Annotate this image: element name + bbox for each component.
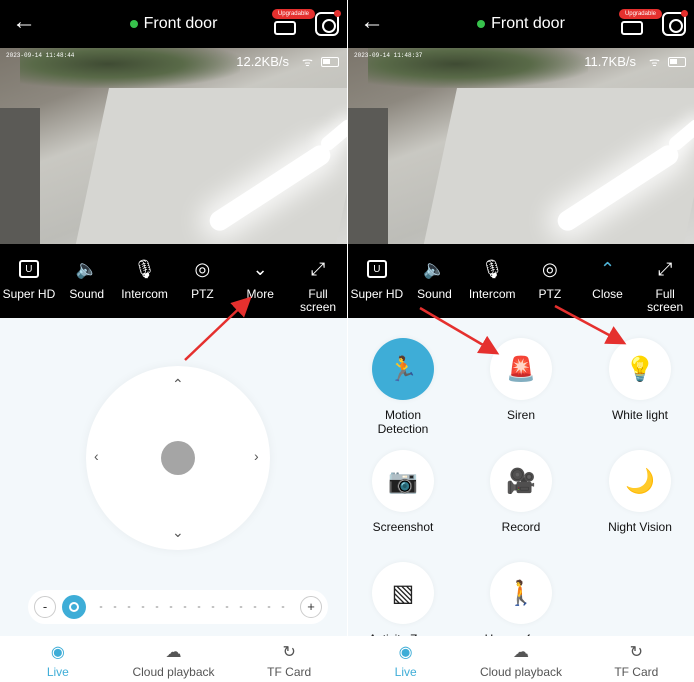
- sound-button[interactable]: 🔈 Sound: [406, 244, 464, 318]
- activity-zone-button[interactable]: ▧ Activity Zone: [348, 562, 458, 646]
- feature-grid: 🏃 Motion Detection 🚨 Siren 💡 White light…: [348, 318, 694, 646]
- control-toolbar: U Super HD 🔈 Sound 🎙 Intercom ◎ PTZ ⌄ More ⤢ F…: [0, 244, 347, 318]
- upgrade-button[interactable]: Upgradable: [618, 9, 662, 37]
- upgrade-badge: Upgradable: [271, 9, 315, 19]
- left-screen: ← Front door Upgradable 2023-09-14 11:48…: [0, 0, 347, 682]
- intercom-button[interactable]: 🎙 Intercom: [116, 244, 174, 318]
- zoom-slider[interactable]: - +: [28, 590, 328, 624]
- notification-dot-icon: [681, 10, 688, 17]
- chevron-down-icon: ⌄: [252, 258, 268, 279]
- tab-cloud-playback[interactable]: ☁ Cloud playback: [463, 636, 578, 682]
- super-hd-button[interactable]: U Super HD: [348, 244, 406, 318]
- live-video[interactable]: 2023-09-14 11:48:44 12.2KB/s ᯤ: [0, 48, 347, 244]
- mute-icon: 🔈: [423, 258, 446, 279]
- cloud-icon: ☁: [512, 644, 529, 661]
- pan-left-icon[interactable]: ‹: [94, 448, 99, 464]
- online-dot-icon: [477, 19, 486, 28]
- joystick-knob[interactable]: [161, 441, 195, 475]
- screenshot-button[interactable]: 📷 Screenshot: [348, 450, 458, 534]
- chevron-up-icon: ⌃: [599, 258, 616, 279]
- video-timestamp: 2023-09-14 11:48:37: [354, 52, 423, 59]
- human-frame-button[interactable]: 🚶 Human frame: [466, 562, 576, 646]
- human-frame-icon: 🚶: [506, 579, 536, 607]
- slider-track: [94, 606, 290, 608]
- fullscreen-button[interactable]: ⤢ Full screen: [289, 244, 347, 318]
- control-toolbar: U Super HD 🔈 Sound 🎙 Intercom ◎ PTZ ⌃ Close ⤢…: [348, 244, 694, 318]
- upgrade-button[interactable]: Upgradable: [271, 9, 315, 37]
- upgrade-badge: Upgradable: [618, 9, 662, 19]
- zone-icon: ▧: [391, 579, 415, 607]
- top-bar: ← Front door Upgradable: [0, 0, 347, 48]
- bottom-tabs: ◉ Live ☁ Cloud playback ↻ TF Card: [348, 636, 694, 682]
- ptz-button[interactable]: ◎ PTZ: [521, 244, 579, 318]
- ptz-icon: ◎: [541, 258, 558, 279]
- tab-tf-card[interactable]: ↻ TF Card: [579, 636, 694, 682]
- super-hd-button[interactable]: U Super HD: [0, 244, 58, 318]
- fullscreen-icon: ⤢: [310, 258, 326, 279]
- top-bar: ← Front door Upgradable: [348, 0, 694, 48]
- tab-live[interactable]: ◉ Live: [348, 636, 463, 682]
- bottom-tabs: ◉ Live ☁ Cloud playback ↻ TF Card: [0, 636, 347, 682]
- bitrate: 12.2KB/s: [236, 54, 289, 69]
- video-timestamp: 2023-09-14 11:48:44: [6, 52, 75, 59]
- battery-icon: [668, 57, 686, 67]
- wifi-icon: ᯤ: [302, 55, 313, 69]
- cloud-storage-icon: [274, 21, 296, 35]
- close-button[interactable]: ⌃ Close: [579, 244, 637, 318]
- fullscreen-button[interactable]: ⤢ Full screen: [636, 244, 694, 318]
- light-icon: 💡: [625, 355, 655, 383]
- zoom-in-button[interactable]: +: [300, 596, 322, 618]
- tf-card-icon: ↻: [282, 644, 296, 661]
- siren-button[interactable]: 🚨 Siren: [466, 338, 576, 422]
- wifi-icon: ᯤ: [649, 55, 660, 69]
- zoom-out-button[interactable]: -: [34, 596, 56, 618]
- notification-dot-icon: [334, 10, 341, 17]
- sound-button[interactable]: 🔈 Sound: [58, 244, 116, 318]
- more-button[interactable]: ⌄ More: [231, 244, 289, 318]
- tf-card-icon: ↻: [629, 644, 644, 661]
- cloud-icon: ☁: [165, 644, 182, 661]
- battery-icon: [321, 57, 339, 67]
- tab-live[interactable]: ◉ Live: [0, 636, 116, 682]
- running-person-icon: 🏃: [388, 355, 418, 383]
- hd-icon: U: [366, 256, 387, 282]
- microphone-icon: 🎙: [133, 258, 156, 279]
- eye-icon: ◉: [398, 644, 413, 661]
- bitrate: 11.7KB/s: [584, 54, 636, 69]
- microphone-icon: 🎙: [480, 258, 504, 279]
- live-video[interactable]: 2023-09-14 11:48:37 11.7KB/s ᯤ: [348, 48, 694, 244]
- eye-icon: ◉: [50, 644, 65, 661]
- record-button[interactable]: 🎥 Record: [466, 450, 576, 534]
- slider-thumb[interactable]: [62, 595, 86, 619]
- ptz-icon: ◎: [194, 258, 211, 279]
- white-light-button[interactable]: 💡 White light: [585, 338, 694, 422]
- motion-detection-button[interactable]: 🏃 Motion Detection: [348, 338, 458, 436]
- night-vision-button[interactable]: 🌙 Night Vision: [585, 450, 694, 534]
- siren-icon: 🚨: [506, 355, 536, 383]
- camera-icon: 📷: [388, 467, 418, 495]
- tab-cloud-playback[interactable]: ☁ Cloud playback: [116, 636, 232, 682]
- right-screen: ← Front door Upgradable 2023-09-14 11:48…: [347, 0, 694, 682]
- ptz-panel: ⌃ ⌄ ‹ › - +: [0, 318, 347, 636]
- cloud-storage-icon: [621, 21, 643, 35]
- mute-icon: 🔈: [75, 258, 98, 279]
- online-dot-icon: [129, 19, 138, 28]
- night-vision-icon: 🌙: [625, 467, 655, 495]
- pan-right-icon[interactable]: ›: [254, 448, 259, 464]
- hd-icon: U: [18, 256, 39, 282]
- intercom-button[interactable]: 🎙 Intercom: [463, 244, 521, 318]
- tab-tf-card[interactable]: ↻ TF Card: [231, 636, 347, 682]
- ptz-button[interactable]: ◎ PTZ: [173, 244, 231, 318]
- pan-up-icon[interactable]: ⌃: [172, 376, 184, 393]
- pan-down-icon[interactable]: ⌄: [172, 524, 184, 541]
- video-record-icon: 🎥: [506, 467, 536, 495]
- ptz-joystick[interactable]: ⌃ ⌄ ‹ ›: [86, 366, 270, 550]
- fullscreen-icon: ⤢: [657, 258, 673, 279]
